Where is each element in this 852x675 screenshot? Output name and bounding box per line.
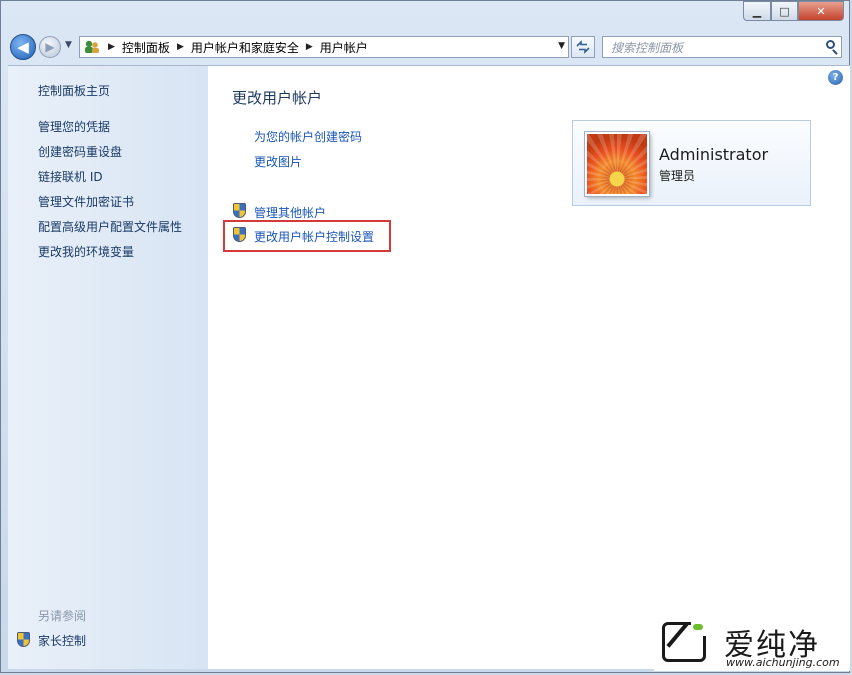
user-role: 管理员 <box>659 169 696 183</box>
sidebar-item-link-online-id[interactable]: 链接联机 ID <box>38 168 103 185</box>
search-input[interactable] <box>609 38 813 58</box>
content-area: 控制面板主页 管理您的凭据 创建密码重设盘 链接联机 ID 管理文件加密证书 配… <box>8 65 850 669</box>
forward-button[interactable]: ▶ <box>39 36 61 58</box>
title-bar: ▁ □ ✕ <box>1 1 849 31</box>
breadcrumb-separator[interactable]: ▶ <box>108 42 115 52</box>
recent-pages-dropdown[interactable]: ▼ <box>65 40 72 50</box>
highlight-box <box>223 220 391 252</box>
sidebar-item-environment-variables[interactable]: 更改我的环境变量 <box>38 243 134 260</box>
address-bar[interactable]: ▶ 控制面板 ▶ 用户帐户和家庭安全 ▶ 用户帐户 ▼ <box>79 36 569 58</box>
breadcrumb-user-accounts-family[interactable]: 用户帐户和家庭安全 <box>191 39 299 56</box>
uac-shield-icon <box>17 632 30 647</box>
sidebar-item-file-encryption-certs[interactable]: 管理文件加密证书 <box>38 193 134 210</box>
search-box <box>602 36 842 58</box>
control-panel-window: ▁ □ ✕ ◀ ▶ ▼ ▶ 控制面板 ▶ 用户帐户和家庭安全 ▶ 用户帐户 ▼ <box>0 0 850 673</box>
back-button[interactable]: ◀ <box>10 34 36 60</box>
sidebar-item-password-reset-disk[interactable]: 创建密码重设盘 <box>38 143 122 160</box>
minimize-button[interactable]: ▁ <box>743 1 771 21</box>
sidebar-item-parental-controls[interactable]: 家长控制 <box>38 632 86 649</box>
breadcrumb-separator[interactable]: ▶ <box>306 42 313 52</box>
sidebar: 控制面板主页 管理您的凭据 创建密码重设盘 链接联机 ID 管理文件加密证书 配… <box>8 66 208 669</box>
breadcrumb-control-panel[interactable]: 控制面板 <box>122 39 170 56</box>
help-icon[interactable]: ? <box>828 70 843 85</box>
search-icon[interactable] <box>826 40 835 49</box>
sidebar-item-manage-credentials[interactable]: 管理您的凭据 <box>38 118 110 135</box>
create-password-link[interactable]: 为您的帐户创建密码 <box>254 128 362 145</box>
refresh-icon <box>576 40 590 54</box>
control-panel-icon <box>83 39 101 55</box>
watermark-url: www.aichunjing.com <box>726 656 840 669</box>
close-button[interactable]: ✕ <box>798 1 844 21</box>
navigation-bar: ◀ ▶ ▼ ▶ 控制面板 ▶ 用户帐户和家庭安全 ▶ 用户帐户 ▼ <box>1 31 849 63</box>
user-account-card: Administrator 管理员 <box>572 120 811 206</box>
watermark: 爱纯净 www.aichunjing.com <box>654 616 850 671</box>
avatar[interactable] <box>585 132 649 196</box>
address-dropdown-icon[interactable]: ▼ <box>558 41 565 51</box>
see-also-heading: 另请参阅 <box>38 609 87 623</box>
sidebar-item-advanced-profile-properties[interactable]: 配置高级用户配置文件属性 <box>38 218 182 235</box>
refresh-button[interactable] <box>571 36 595 58</box>
user-name: Administrator <box>659 145 769 164</box>
logo-accent <box>693 624 703 630</box>
uac-shield-icon <box>233 203 246 218</box>
change-picture-link[interactable]: 更改图片 <box>254 153 302 170</box>
manage-other-accounts-link[interactable]: 管理其他帐户 <box>254 204 326 221</box>
maximize-button[interactable]: □ <box>771 1 798 21</box>
page-title: 更改用户帐户 <box>232 89 323 107</box>
breadcrumb-user-accounts[interactable]: 用户帐户 <box>320 39 368 56</box>
sidebar-item-control-panel-home[interactable]: 控制面板主页 <box>38 82 110 99</box>
breadcrumb-separator[interactable]: ▶ <box>177 42 184 52</box>
